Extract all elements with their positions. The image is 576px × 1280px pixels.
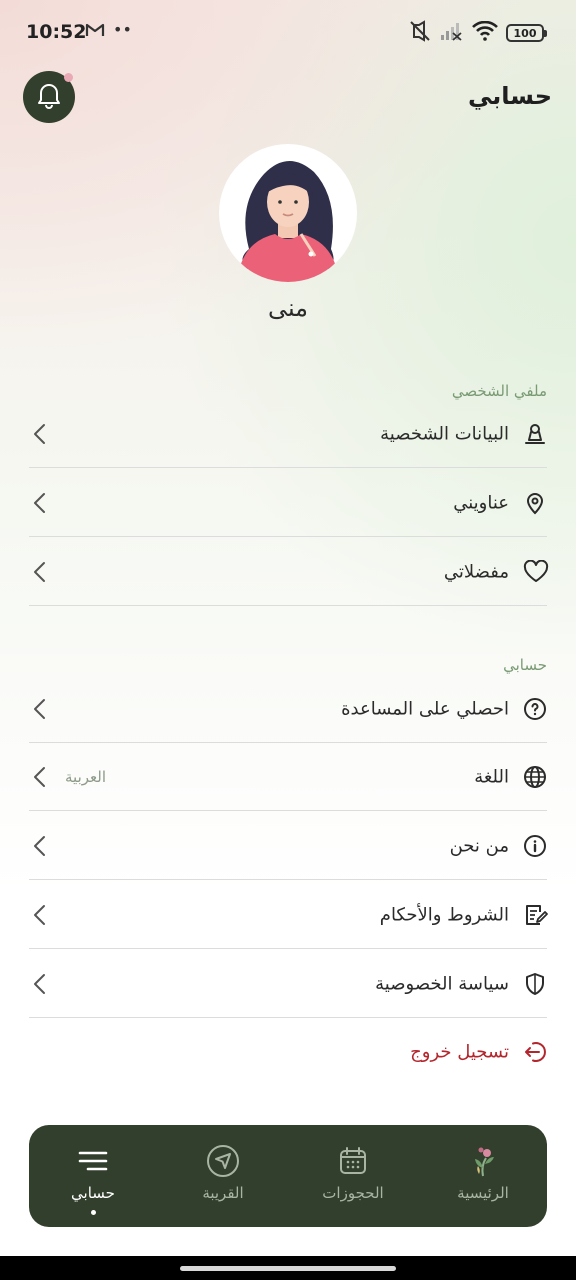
status-bar: 10:52 •• 100	[0, 0, 576, 64]
chevron-left-icon	[31, 834, 49, 858]
nav-item-account[interactable]: حسابي	[33, 1125, 153, 1227]
menu-item-addresses[interactable]: عناويني	[29, 469, 547, 537]
menu-label-favorites: مفضلاتي	[443, 561, 509, 582]
signal-icon	[440, 21, 464, 45]
notification-dots: ••	[113, 20, 132, 39]
chevron-left-icon	[31, 491, 49, 515]
document-edit-icon	[523, 903, 548, 927]
navigation-arrow-icon	[206, 1144, 240, 1178]
nav-label-account: حسابي	[71, 1184, 115, 1202]
logout-icon	[523, 1040, 547, 1064]
notification-badge	[64, 73, 73, 82]
notifications-button[interactable]	[23, 71, 75, 123]
nav-label-bookings: الحجوزات	[322, 1184, 384, 1202]
menu-item-favorites[interactable]: مفضلاتي	[29, 538, 549, 606]
nav-label-home: الرئيسية	[457, 1184, 509, 1202]
menu-lines-icon	[76, 1144, 110, 1178]
user-name: منى	[267, 294, 309, 322]
menu-label-about: من نحن	[449, 835, 509, 856]
bell-icon	[36, 81, 62, 113]
chevron-left-icon	[31, 560, 49, 584]
person-icon	[523, 422, 547, 446]
menu-label-personal-data: البيانات الشخصية	[380, 423, 509, 444]
status-icons: 100	[408, 20, 547, 46]
calendar-icon	[336, 1144, 370, 1178]
menu-label-privacy: سياسة الخصوصية	[375, 973, 509, 994]
question-icon	[523, 697, 547, 721]
menu-item-language[interactable]: اللغة العربية	[29, 743, 547, 811]
battery-icon: 100	[506, 24, 547, 42]
nav-label-nearby: القريبة	[202, 1184, 244, 1202]
language-value: العربية	[65, 767, 106, 786]
chevron-left-icon	[31, 697, 49, 721]
menu-label-addresses: عناويني	[453, 492, 509, 513]
status-time: 10:52	[26, 21, 87, 43]
menu-label-help: احصلي على المساعدة	[341, 698, 509, 719]
section-label-profile: ملفي الشخصي	[451, 382, 547, 400]
menu-item-personal-data[interactable]: البيانات الشخصية	[29, 400, 547, 468]
nav-item-bookings[interactable]: الحجوزات	[293, 1125, 413, 1227]
menu-label-terms: الشروط والأحكام	[379, 904, 509, 925]
bottom-nav: الرئيسية الحجوزات القريبة حسابي	[29, 1125, 547, 1227]
nav-item-home[interactable]: الرئيسية	[423, 1125, 543, 1227]
section-label-account: حسابي	[503, 656, 547, 674]
page-title: حسابي	[467, 82, 552, 110]
location-pin-icon	[523, 491, 547, 515]
gmail-icon	[85, 22, 105, 42]
shield-icon	[523, 972, 547, 996]
flower-logo-icon	[466, 1144, 500, 1178]
logout-button[interactable]: تسجيل خروج	[29, 1018, 547, 1086]
menu-item-terms[interactable]: الشروط والأحكام	[29, 881, 548, 949]
avatar[interactable]	[219, 144, 357, 282]
heart-icon	[523, 559, 549, 584]
mute-icon	[408, 20, 432, 46]
wifi-icon	[472, 20, 498, 45]
menu-item-about[interactable]: من نحن	[29, 812, 547, 880]
chevron-left-icon	[31, 972, 49, 996]
info-icon	[523, 834, 547, 858]
chevron-left-icon	[31, 903, 49, 927]
globe-icon	[523, 765, 547, 789]
chevron-left-icon	[31, 765, 49, 789]
active-indicator	[91, 1210, 96, 1215]
system-nav-bar	[0, 1256, 576, 1280]
menu-item-privacy[interactable]: سياسة الخصوصية	[29, 950, 547, 1018]
chevron-left-icon	[31, 422, 49, 446]
menu-label-language: اللغة	[474, 766, 509, 787]
menu-item-help[interactable]: احصلي على المساعدة	[29, 675, 547, 743]
logout-label: تسجيل خروج	[410, 1041, 509, 1063]
nav-item-nearby[interactable]: القريبة	[163, 1125, 283, 1227]
home-handle[interactable]	[180, 1266, 396, 1271]
